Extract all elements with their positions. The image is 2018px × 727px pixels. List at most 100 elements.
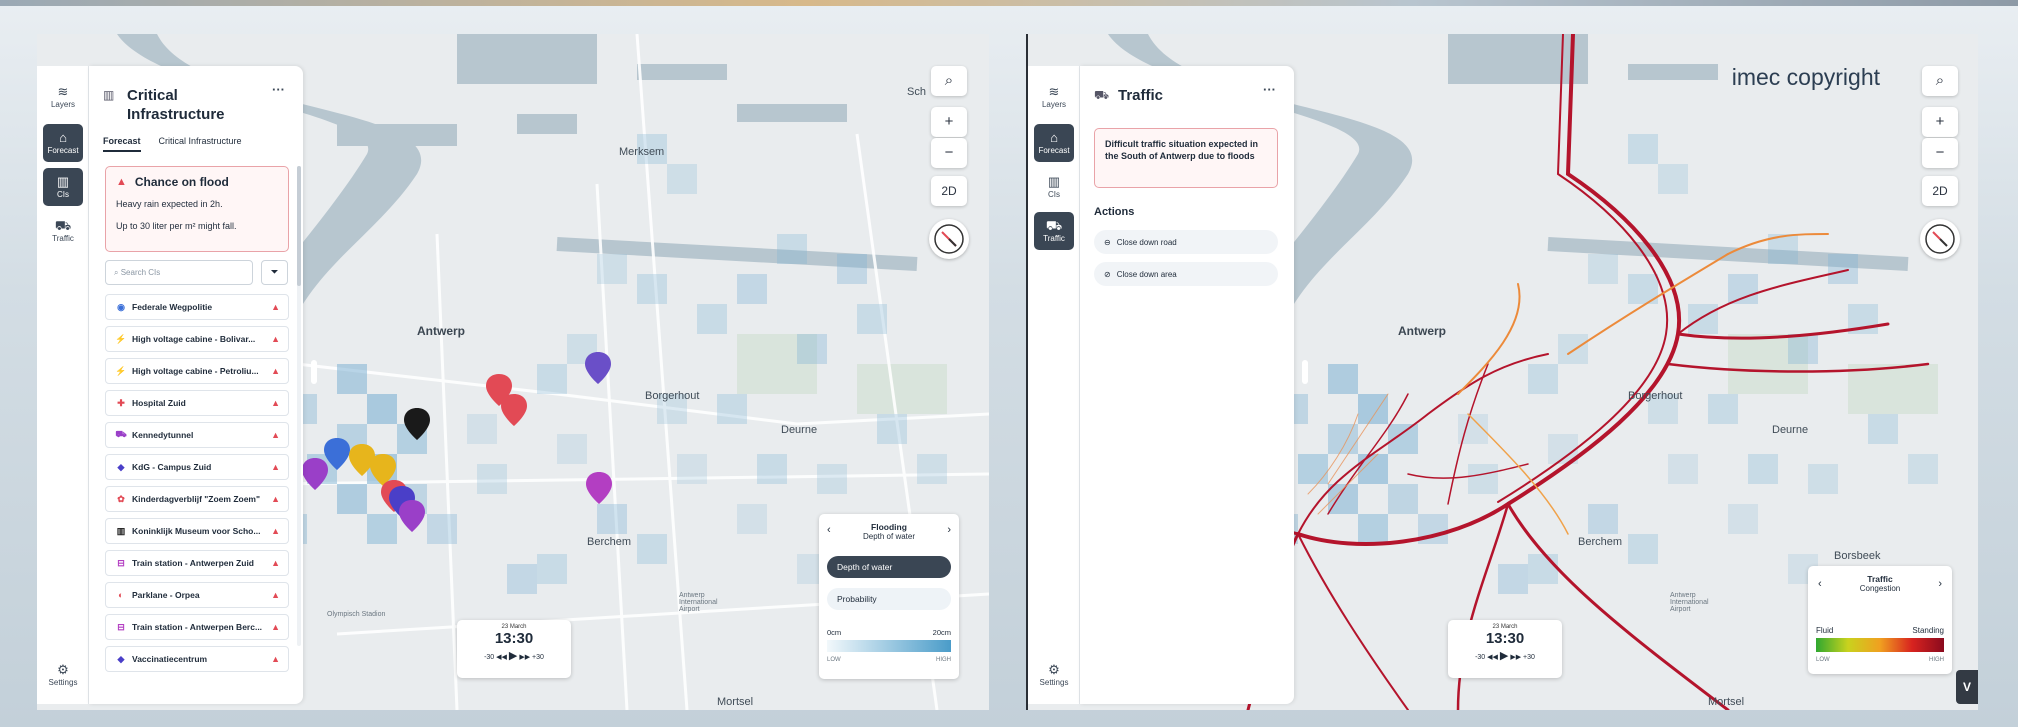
ci-type-icon: ◉ bbox=[117, 301, 125, 312]
legend-low: LOW bbox=[1816, 657, 1830, 663]
area-icon: ⊘ bbox=[1104, 269, 1111, 279]
map-label-berchem: Berchem bbox=[1578, 536, 1623, 548]
list-item[interactable]: ⚡ High voltage cabine - Bolivar... ▲ bbox=[105, 326, 289, 352]
list-item[interactable]: ⛟ Kennedytunnel ▲ bbox=[105, 422, 289, 448]
ci-list-scrollbar[interactable] bbox=[297, 166, 301, 646]
map-label-airport: Antwerp International Airport bbox=[679, 592, 718, 613]
ci-type-icon: ✿ bbox=[117, 493, 125, 504]
tab-forecast[interactable]: Forecast bbox=[103, 136, 141, 152]
ci-type-icon: ⊟ bbox=[117, 621, 125, 632]
map-label-mortsel: Mortsel bbox=[717, 696, 754, 708]
time-clock: 13:30 bbox=[494, 630, 534, 647]
chevron-left-icon[interactable]: ‹ bbox=[1818, 578, 1822, 590]
ci-name: Hospital Zuid bbox=[132, 398, 186, 408]
view-mode-button[interactable]: 2D bbox=[931, 176, 967, 206]
step-back-label[interactable]: -30 bbox=[484, 654, 494, 661]
ci-type-icon: ⚡ bbox=[115, 333, 127, 344]
compass-icon[interactable] bbox=[929, 219, 969, 259]
fast-forward-icon[interactable]: ▶▶ bbox=[519, 654, 530, 661]
list-item[interactable]: ◆ KdG - Campus Zuid ▲ bbox=[105, 454, 289, 480]
view-mode-button[interactable]: 2D bbox=[1922, 176, 1958, 206]
tab-critical-infrastructure[interactable]: Critical Infrastructure bbox=[159, 136, 242, 152]
list-item[interactable]: ✚ Hospital Zuid ▲ bbox=[105, 390, 289, 416]
zoom-out-button[interactable]: − bbox=[1922, 138, 1958, 168]
zoom-in-button[interactable]: + bbox=[931, 107, 967, 137]
option-depth-of-water[interactable]: Depth of water bbox=[827, 556, 951, 578]
zoom-out-button[interactable]: − bbox=[931, 138, 967, 168]
play-icon[interactable]: ▶ bbox=[509, 650, 517, 662]
legend-subtitle: Depth of water bbox=[862, 532, 916, 541]
search-icon[interactable]: ⌕ bbox=[1922, 66, 1958, 96]
rail-cis[interactable]: ▥ CIs bbox=[43, 168, 83, 206]
warning-icon: ▲ bbox=[271, 462, 280, 472]
map-label-antwerp: Antwerp bbox=[417, 324, 465, 338]
copyright-watermark: imec copyright bbox=[1731, 64, 1880, 90]
play-icon[interactable]: ▶ bbox=[1500, 650, 1508, 662]
list-item[interactable]: ⊟ Train station - Antwerpen Berc... ▲ bbox=[105, 614, 289, 640]
chevron-right-icon[interactable]: › bbox=[1938, 578, 1942, 590]
close-area-button[interactable]: ⊘ Close down area bbox=[1094, 262, 1278, 286]
corner-badge[interactable]: V bbox=[1956, 670, 1978, 704]
list-item[interactable]: ⚡ High voltage cabine - Petroliu... ▲ bbox=[105, 358, 289, 384]
rail-traffic[interactable]: ⛟ Traffic bbox=[43, 212, 83, 250]
layers-icon: ≋ bbox=[1048, 84, 1060, 99]
map-drag-handle[interactable] bbox=[1302, 360, 1308, 384]
filter-icon[interactable]: ⏷ bbox=[261, 260, 288, 285]
list-item[interactable]: ⊟ Train station - Antwerpen Zuid ▲ bbox=[105, 550, 289, 576]
alert-line-1: Heavy rain expected in 2h. bbox=[116, 199, 223, 209]
list-item[interactable]: ✿ Kinderdagverblijf "Zoem Zoem" ▲ bbox=[105, 486, 289, 512]
step-forward-label[interactable]: +30 bbox=[1523, 654, 1535, 661]
zoom-in-button[interactable]: + bbox=[1922, 107, 1958, 137]
search-input[interactable]: ⌕ Search CIs bbox=[105, 260, 253, 285]
rail-settings[interactable]: ⚙ Settings bbox=[1034, 656, 1074, 694]
list-item[interactable]: ◉ Federale Wegpolitie ▲ bbox=[105, 294, 289, 320]
map-label-berchem: Berchem bbox=[587, 536, 632, 548]
layers-icon: ≋ bbox=[57, 84, 69, 99]
close-road-button[interactable]: ⊖ Close down road bbox=[1094, 230, 1278, 254]
ci-list: ◉ Federale Wegpolitie ▲ ⚡ High voltage cabin… bbox=[105, 294, 289, 694]
ci-name: Kennedytunnel bbox=[132, 430, 194, 440]
rail-layers[interactable]: ≋ Layers bbox=[1034, 78, 1074, 116]
warning-icon: ▲ bbox=[271, 366, 280, 376]
ci-type-icon: ✚ bbox=[117, 397, 125, 408]
option-probability[interactable]: Probability bbox=[827, 588, 951, 610]
rail-forecast[interactable]: ⌂ Forecast bbox=[43, 124, 83, 162]
ci-type-icon: ⛟ bbox=[115, 429, 127, 439]
ci-name: Kinderdagverblijf "Zoem Zoem" bbox=[132, 494, 261, 504]
chevron-left-icon[interactable]: ‹ bbox=[827, 524, 831, 536]
chevron-right-icon[interactable]: › bbox=[947, 524, 951, 536]
legend-max: 20cm bbox=[932, 628, 951, 637]
flood-legend: ‹ › Flooding Depth of water Depth of wat… bbox=[819, 514, 959, 679]
map-label-borsbeek: Borsbeek bbox=[1834, 550, 1881, 562]
flood-alert-card: ▲ Chance on flood Heavy rain expected in … bbox=[105, 166, 289, 252]
rewind-icon[interactable]: ◀◀ bbox=[1487, 654, 1498, 661]
rail-cis[interactable]: ▥ CIs bbox=[1034, 168, 1074, 206]
rail-layers[interactable]: ≋ Layers bbox=[43, 78, 83, 116]
rail-settings[interactable]: ⚙ Settings bbox=[43, 656, 83, 694]
list-item[interactable]: ◆ Vaccinatiecentrum ▲ bbox=[105, 646, 289, 672]
search-icon[interactable]: ⌕ bbox=[931, 66, 967, 96]
more-menu-button[interactable]: ··· bbox=[1263, 82, 1276, 97]
more-menu-button[interactable]: ··· bbox=[272, 82, 285, 97]
forecast-icon: ⌂ bbox=[59, 130, 67, 145]
legend-min: 0cm bbox=[827, 628, 842, 637]
list-item[interactable]: ▥ Koninklijk Museum voor Scho... ▲ bbox=[105, 518, 289, 544]
legend-gradient bbox=[1816, 638, 1944, 652]
ci-type-icon: ◆ bbox=[117, 461, 125, 472]
map-label-borgerhout: Borgerhout bbox=[1628, 390, 1683, 402]
step-back-label[interactable]: -30 bbox=[1475, 654, 1485, 661]
warning-icon: ▲ bbox=[116, 176, 127, 188]
map-drag-handle[interactable] bbox=[311, 360, 317, 384]
rewind-icon[interactable]: ◀◀ bbox=[496, 654, 507, 661]
legend-gradient bbox=[827, 640, 951, 652]
ci-name: Koninklijk Museum voor Scho... bbox=[132, 526, 261, 536]
fast-forward-icon[interactable]: ▶▶ bbox=[1510, 654, 1521, 661]
rail-traffic[interactable]: ⛟ Traffic bbox=[1034, 212, 1074, 250]
map-label-airport: Antwerp International Airport bbox=[1670, 592, 1709, 613]
list-item[interactable]: ◐ Parklane - Orpea ▲ bbox=[105, 582, 289, 608]
right-rail: ≋ Layers ⌂ Forecast ▥ CIs ⛟ Traffic ⚙ Setting… bbox=[1028, 66, 1080, 704]
ci-type-icon: ⊟ bbox=[117, 557, 125, 568]
compass-icon[interactable] bbox=[1920, 219, 1960, 259]
step-forward-label[interactable]: +30 bbox=[532, 654, 544, 661]
rail-forecast[interactable]: ⌂ Forecast bbox=[1034, 124, 1074, 162]
